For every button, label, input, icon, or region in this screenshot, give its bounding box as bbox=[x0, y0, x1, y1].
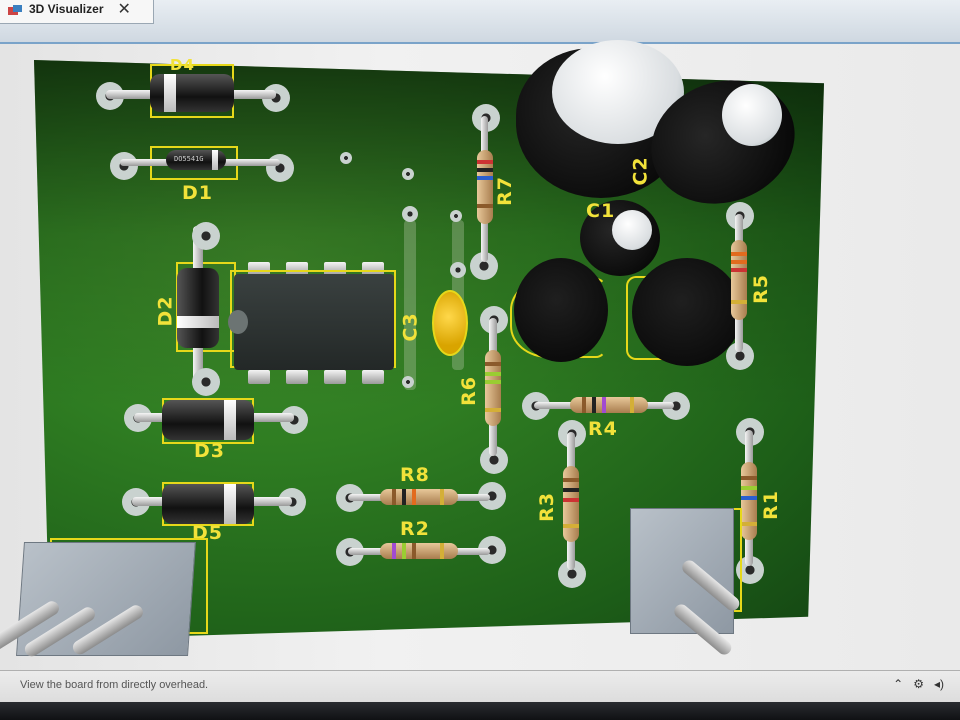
tab-3d-visualizer[interactable]: 3D Visualizer ✕ bbox=[0, 0, 154, 24]
settings-icon[interactable]: ⚙ bbox=[913, 677, 924, 691]
close-icon[interactable]: ✕ bbox=[117, 0, 130, 19]
tab-label: 3D Visualizer bbox=[29, 2, 104, 16]
resistor-r4 bbox=[570, 397, 648, 413]
ic-chip bbox=[228, 274, 394, 370]
pad bbox=[402, 206, 418, 222]
chevron-up-icon[interactable]: ⌃ bbox=[893, 677, 903, 691]
label-r5: R5 bbox=[749, 274, 772, 304]
label-d2: D2 bbox=[154, 295, 177, 327]
diode-d4 bbox=[150, 74, 234, 112]
label-d1: D1 bbox=[182, 182, 213, 204]
transistor-left bbox=[514, 258, 608, 362]
resistor-r6 bbox=[485, 350, 501, 426]
speaker-icon[interactable]: ◂) bbox=[934, 677, 944, 691]
pad bbox=[110, 152, 138, 180]
pad bbox=[192, 368, 220, 396]
label-r7: R7 bbox=[493, 176, 516, 206]
tab-bar: 3D Visualizer ✕ bbox=[0, 0, 960, 44]
tray-icons: ⌃ ⚙ ◂) bbox=[893, 677, 944, 691]
status-text: View the board from directly overhead. bbox=[20, 679, 209, 691]
diode-d5 bbox=[162, 484, 254, 524]
visualizer-icon bbox=[7, 3, 23, 15]
label-c1: C1 bbox=[586, 200, 616, 222]
diode-d1: DO5541G bbox=[166, 150, 226, 170]
resistor-r5 bbox=[731, 240, 747, 320]
resistor-r1 bbox=[741, 462, 757, 540]
ic-notch bbox=[228, 310, 248, 334]
label-d3: D3 bbox=[194, 440, 225, 462]
diode-d3 bbox=[162, 400, 254, 440]
diode-d2 bbox=[177, 268, 219, 348]
label-r3: R3 bbox=[535, 492, 558, 522]
via bbox=[402, 168, 414, 180]
via bbox=[402, 376, 414, 388]
label-r4: R4 bbox=[588, 418, 618, 440]
capacitor-c3 bbox=[432, 290, 468, 356]
resistor-r8 bbox=[380, 489, 458, 505]
transistor-right bbox=[632, 258, 742, 366]
label-r8: R8 bbox=[400, 464, 430, 486]
resistor-r7 bbox=[477, 150, 493, 224]
via bbox=[340, 152, 352, 164]
label-d4: D4 bbox=[170, 56, 195, 74]
via bbox=[450, 210, 462, 222]
label-r6: R6 bbox=[457, 376, 480, 406]
pad bbox=[450, 262, 466, 278]
label-r1: R1 bbox=[759, 490, 782, 520]
label-r2: R2 bbox=[400, 518, 430, 540]
d1-marking: DO5541G bbox=[174, 155, 204, 163]
label-c2: C2 bbox=[629, 156, 652, 186]
pad bbox=[192, 222, 220, 250]
label-c3: C3 bbox=[399, 312, 422, 342]
resistor-r3 bbox=[563, 466, 579, 542]
monitor-bezel bbox=[0, 702, 960, 720]
resistor-r2 bbox=[380, 543, 458, 559]
